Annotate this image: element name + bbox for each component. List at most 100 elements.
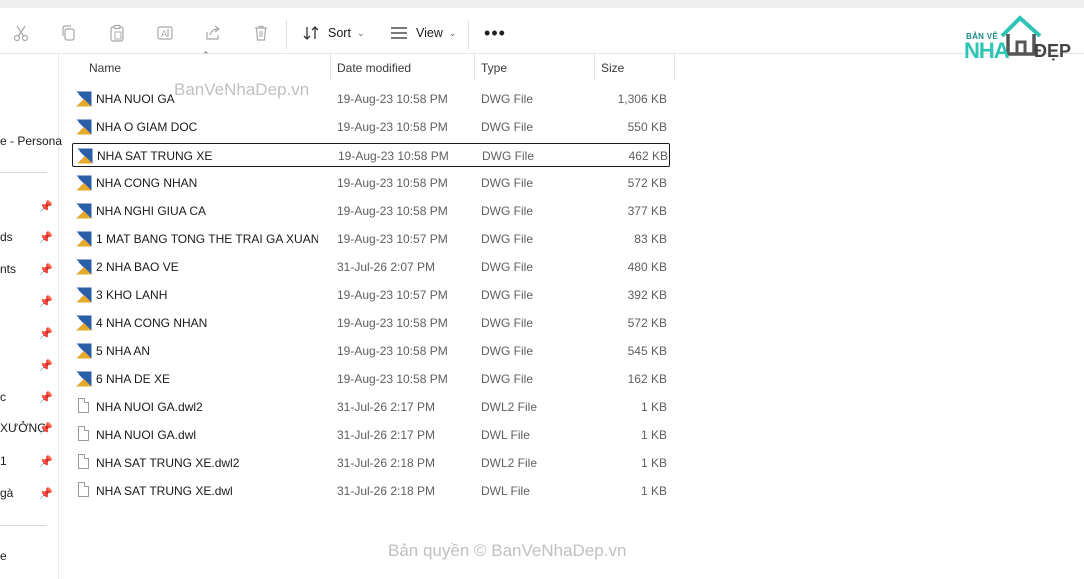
file-date-modified: 19-Aug-23 10:58 PM	[337, 316, 448, 330]
sidebar-item-onedrive[interactable]: e - Persona	[0, 131, 62, 151]
document-file-icon	[78, 426, 89, 441]
pin-icon: 📌	[39, 359, 53, 372]
file-row[interactable]: NHA CONG NHAN 19-Aug-23 10:58 PM DWG File 5…	[72, 171, 670, 195]
file-name: NHA SAT TRUNG XE.dwl	[96, 484, 233, 498]
sidebar-item-label: ds	[0, 230, 13, 244]
dwg-file-icon	[76, 175, 92, 191]
sidebar-item-folder-c[interactable]: c 📌	[0, 387, 53, 407]
dwg-file-icon	[76, 119, 92, 135]
sidebar-divider	[0, 172, 47, 173]
file-row[interactable]: NHA NUOI GA.dwl2 31-Jul-26 2:17 PM DWL2 Fi…	[72, 395, 670, 419]
column-header-name[interactable]: Name	[89, 54, 329, 82]
column-divider[interactable]	[474, 54, 475, 81]
file-type: DWL2 File	[481, 456, 538, 470]
file-size: 1 KB	[640, 428, 667, 442]
file-size: 1 KB	[640, 456, 667, 470]
more-options-icon[interactable]: •••	[484, 22, 506, 44]
file-date-modified: 19-Aug-23 10:57 PM	[337, 232, 448, 246]
file-row[interactable]: NHA NUOI GA.dwl 31-Jul-26 2:17 PM DWL File…	[72, 423, 670, 447]
sidebar-item-label: gà	[0, 486, 14, 500]
file-row[interactable]: NHA SAT TRUNG XE.dwl2 31-Jul-26 2:18 PM DW…	[72, 451, 670, 475]
file-row[interactable]: NHA SAT TRUNG XE 19-Aug-23 10:58 PM DWG Fi…	[72, 143, 670, 167]
file-row[interactable]: 5 NHA AN 19-Aug-23 10:58 PM DWG File 545 KB	[72, 339, 670, 363]
delete-icon[interactable]	[250, 22, 272, 44]
file-name: 1 MAT BANG TONG THE TRAI GA XUAN ...	[96, 232, 318, 246]
file-name: 4 NHA CONG NHAN	[96, 316, 208, 330]
file-size: 162 KB	[627, 372, 667, 386]
file-size: 572 KB	[627, 176, 667, 190]
file-row[interactable]: 2 NHA BAO VE 31-Jul-26 2:07 PM DWG File 480…	[72, 255, 670, 279]
pin-icon: 📌	[39, 327, 53, 340]
file-type: DWG File	[481, 232, 533, 246]
sort-icon	[303, 26, 319, 40]
sidebar-item-this-pc[interactable]: e	[0, 546, 7, 566]
file-date-modified: 31-Jul-26 2:17 PM	[337, 428, 436, 442]
file-name: NHA O GIAM DOC	[96, 120, 198, 134]
sidebar-item-documents[interactable]: nts 📌	[0, 259, 53, 279]
file-row[interactable]: NHA NGHI GIUA CA 19-Aug-23 10:58 PM DWG Fi…	[72, 199, 670, 223]
pin-icon: 📌	[39, 295, 53, 308]
file-size: 1 KB	[640, 484, 667, 498]
file-row[interactable]: 3 KHO LANH 19-Aug-23 10:57 PM DWG File 392 …	[72, 283, 670, 307]
cut-icon[interactable]	[10, 22, 32, 44]
rename-icon[interactable]: A	[154, 22, 176, 44]
column-header-label: Date modified	[337, 61, 412, 75]
file-name: NHA NUOI GA.dwl2	[96, 400, 203, 414]
file-date-modified: 31-Jul-26 2:18 PM	[337, 456, 436, 470]
sidebar-item-xuong[interactable]: XƯỞNG 📌	[0, 418, 53, 438]
file-type: DWG File	[481, 288, 533, 302]
share-icon[interactable]	[202, 22, 224, 44]
column-header-date[interactable]: Date modified	[337, 54, 473, 82]
dwg-file-icon	[76, 91, 92, 107]
copy-icon[interactable]	[58, 22, 80, 44]
file-row[interactable]: NHA NUOI GA 19-Aug-23 10:58 PM DWG File 1,3…	[72, 87, 670, 111]
file-type: DWG File	[481, 260, 533, 274]
file-name: NHA SAT TRUNG XE.dwl2	[96, 456, 240, 470]
file-row[interactable]: NHA SAT TRUNG XE.dwl 31-Jul-26 2:18 PM DWL…	[72, 479, 670, 503]
paste-icon[interactable]	[106, 22, 128, 44]
view-button[interactable]: View ⌄	[390, 22, 456, 44]
file-type: DWG File	[481, 204, 533, 218]
file-name: NHA NUOI GA.dwl	[96, 428, 197, 442]
sidebar-item-ga[interactable]: gà 📌	[0, 483, 53, 503]
sidebar-item-downloads[interactable]: ds 📌	[0, 227, 53, 247]
dwg-file-icon	[76, 287, 92, 303]
pin-icon: 📌	[39, 487, 53, 500]
file-date-modified: 19-Aug-23 10:58 PM	[337, 92, 448, 106]
file-size: 550 KB	[627, 120, 667, 134]
logo-main-text: NHA	[964, 38, 1010, 63]
toolbar-divider	[286, 20, 287, 50]
sidebar-item-label: c	[0, 390, 6, 404]
dwg-file-icon	[76, 315, 92, 331]
dwg-file-icon	[76, 203, 92, 219]
file-date-modified: 19-Aug-23 10:58 PM	[337, 344, 448, 358]
file-size: 572 KB	[627, 316, 667, 330]
watermark-text: BanVeNhaDep.vn	[174, 80, 310, 99]
file-size: 392 KB	[627, 288, 667, 302]
column-divider[interactable]	[330, 54, 331, 81]
sort-label: Sort	[328, 26, 351, 40]
file-date-modified: 19-Aug-23 10:57 PM	[337, 288, 448, 302]
dwg-file-icon	[76, 371, 92, 387]
file-name: 5 NHA AN	[96, 344, 151, 358]
file-row[interactable]: 1 MAT BANG TONG THE TRAI GA XUAN ... 19-A…	[72, 227, 670, 251]
file-row[interactable]: 4 NHA CONG NHAN 19-Aug-23 10:58 PM DWG Fil…	[72, 311, 670, 335]
sidebar-item-label: nts	[0, 262, 17, 276]
column-header-type[interactable]: Type	[481, 54, 593, 82]
file-name: NHA CONG NHAN	[96, 176, 198, 190]
column-divider[interactable]	[594, 54, 595, 81]
column-header-size[interactable]: Size	[601, 54, 673, 82]
file-type: DWL File	[481, 484, 530, 498]
pin-icon: 📌	[39, 455, 53, 468]
file-type: DWG File	[481, 92, 533, 106]
sidebar-item-folder-1[interactable]: 1 📌	[0, 451, 53, 471]
pin-icon: 📌	[39, 263, 53, 276]
sort-button[interactable]: Sort ⌄	[303, 22, 364, 44]
file-row[interactable]: 6 NHA DE XE 19-Aug-23 10:58 PM DWG File 162…	[72, 367, 670, 391]
file-size: 83 KB	[634, 232, 667, 246]
column-divider[interactable]	[674, 54, 675, 81]
view-icon	[391, 27, 407, 39]
file-row[interactable]: NHA O GIAM DOC 19-Aug-23 10:58 PM DWG File…	[72, 115, 670, 139]
svg-text:A: A	[161, 30, 168, 40]
view-label: View	[416, 26, 443, 40]
